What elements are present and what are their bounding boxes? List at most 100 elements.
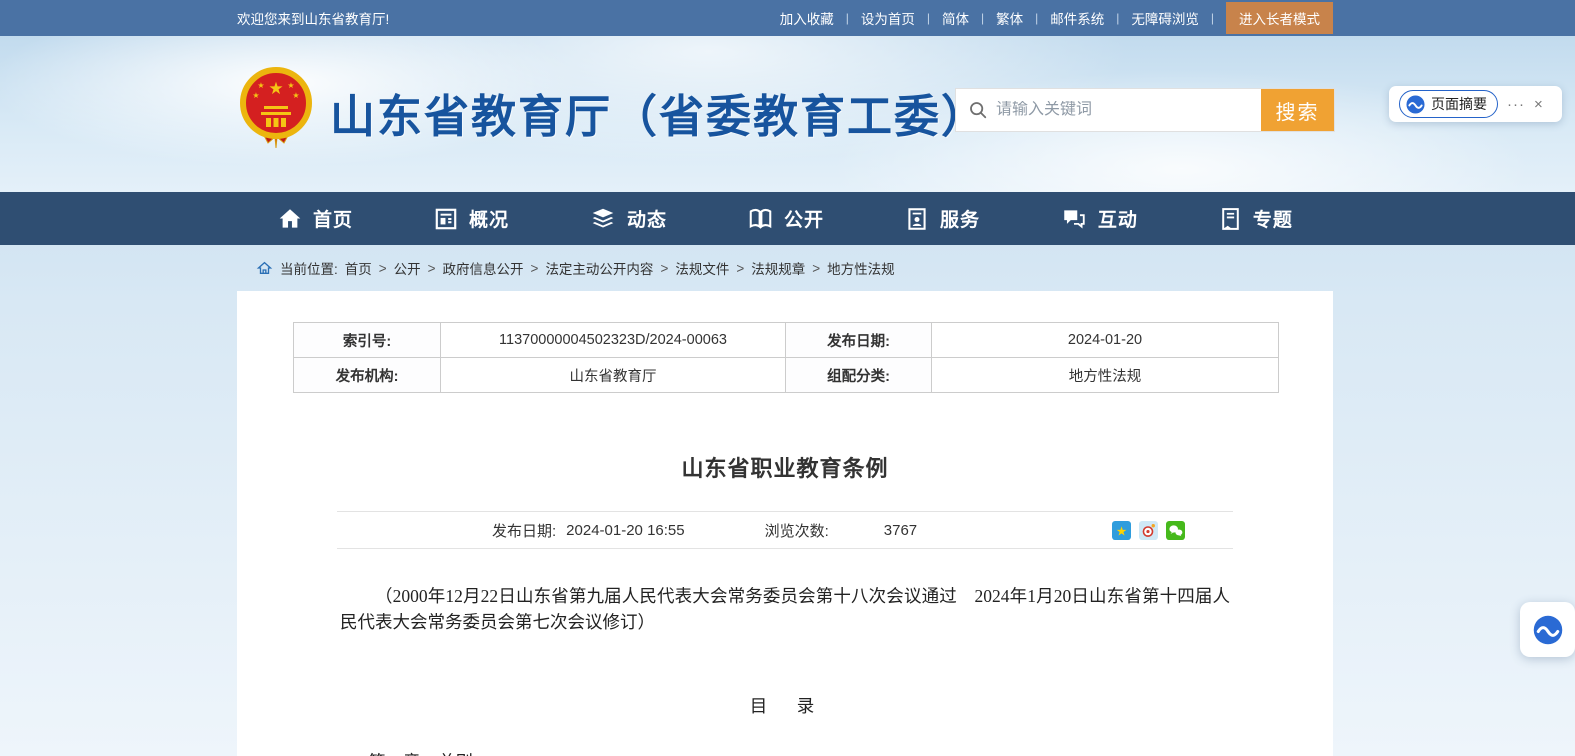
nav-label: 服务 [940,205,980,232]
welcome-text: 欢迎您来到山东省教育厅! [237,8,389,28]
svg-text:★: ★ [292,91,299,100]
topbar-link-mail[interactable]: 邮件系统 [1050,8,1104,28]
nav-item-services[interactable]: 服务 [904,205,980,232]
topbar-link-homepage[interactable]: 设为首页 [861,8,915,28]
weibo-share-icon[interactable] [1139,521,1158,540]
page: 欢迎您来到山东省教育厅! 加入收藏 | 设为首页 | 简体 | 繁体 | 邮件系… [0,0,1575,756]
info-value-category: 地方性法规 [932,358,1279,393]
nav-label: 首页 [313,205,353,232]
summary-wave-icon [1406,95,1425,114]
breadcrumb-home-icon [256,260,273,276]
breadcrumb-prefix: 当前位置: [280,258,338,278]
breadcrumb-separator: > [660,261,668,276]
elder-mode-button[interactable]: 进入长者模式 [1226,2,1333,34]
info-label-agency: 发布机构: [294,358,441,393]
national-emblem-logo: ★ ★ ★ ★ ★ [239,66,313,154]
nav-item-news[interactable]: 动态 [589,205,667,232]
nav-item-home[interactable]: 首页 [277,205,353,232]
page-summary-label: 页面摘要 [1431,94,1487,114]
toc-title: 目 录 [340,693,1230,719]
news-icon [589,206,617,232]
divider [337,548,1233,549]
open-book-icon [747,206,774,232]
info-value-pubdate: 2024-01-20 [932,323,1279,358]
wechat-share-icon[interactable] [1166,521,1185,540]
page-summary-widget: 页面摘要 ··· × [1389,86,1562,122]
breadcrumb-item-statutory[interactable]: 法定主动公开内容 [545,258,653,278]
overview-icon [433,206,459,232]
breadcrumb-separator: > [736,261,744,276]
nav-label: 动态 [627,205,667,232]
svg-text:★: ★ [1116,524,1127,538]
views-value: 3767 [884,522,917,539]
topbar-link-accessibility[interactable]: 无障碍浏览 [1131,8,1199,28]
nav-label: 专题 [1253,205,1293,232]
nav-label: 互动 [1098,205,1138,232]
breadcrumb: 当前位置: 首页 > 公开 > 政府信息公开 > 法定主动公开内容 > 法规文件… [256,258,895,278]
svg-text:★: ★ [268,79,283,98]
info-value-agency: 山东省教育厅 [441,358,786,393]
share-icons: ★ [1112,521,1185,540]
nav-item-overview[interactable]: 概况 [433,205,509,232]
views-label: 浏览次数: [765,520,829,541]
breadcrumb-separator: > [379,261,387,276]
topbar-link-traditional[interactable]: 繁体 [996,8,1023,28]
toc-item-chapter-1: 第一章 总则 [368,749,1230,756]
content-panel: 索引号: 11370000004502323D/2024-00063 发布日期:… [237,291,1333,756]
breadcrumb-item-home[interactable]: 首页 [345,258,372,278]
breadcrumb-separator: > [428,261,436,276]
publish-date-value: 2024-01-20 16:55 [566,522,684,539]
separator: | [927,11,930,25]
info-value-index: 11370000004502323D/2024-00063 [441,323,786,358]
topbar-link-simplified[interactable]: 简体 [942,8,969,28]
breadcrumb-item-local-regulations[interactable]: 地方性法规 [827,258,895,278]
table-row: 索引号: 11370000004502323D/2024-00063 发布日期:… [294,323,1279,358]
info-label-index: 索引号: [294,323,441,358]
separator: | [846,11,849,25]
nav-item-interaction[interactable]: 互动 [1060,205,1138,232]
topbar-link-favorite[interactable]: 加入收藏 [780,8,834,28]
search-box: 搜索 [955,88,1335,132]
article-body: （2000年12月22日山东省第九届人民代表大会常务委员会第十八次会议通过 20… [340,583,1230,756]
article-meta-row: 发布日期: 2024-01-20 16:55 浏览次数: 3767 ★ [337,512,1233,548]
qzone-share-icon[interactable]: ★ [1112,521,1131,540]
masthead: ★ ★ ★ ★ ★ 山东省教育厅（省委教育工委） 搜索 [0,36,1575,192]
assistant-float-button[interactable] [1520,602,1575,657]
separator: | [1211,11,1214,25]
search-icon [968,100,988,120]
article-title: 山东省职业教育条例 [237,451,1333,483]
main-nav: 首页 概况 动态 [0,192,1575,245]
publish-date-label: 发布日期: [492,520,556,541]
info-label-pubdate: 发布日期: [786,323,932,358]
site-title: 山东省教育厅（省委教育工委） [330,80,988,145]
nav-item-disclosure[interactable]: 公开 [747,205,824,232]
nav-label: 公开 [784,205,824,232]
search-input[interactable] [996,101,1261,119]
separator: | [1116,11,1119,25]
breadcrumb-item-gov-info[interactable]: 政府信息公开 [443,258,524,278]
top-utility-bar: 欢迎您来到山东省教育厅! 加入收藏 | 设为首页 | 简体 | 繁体 | 邮件系… [0,0,1575,36]
breadcrumb-item-disclosure[interactable]: 公开 [394,258,421,278]
topbar-links: 加入收藏 | 设为首页 | 简体 | 繁体 | 邮件系统 | 无障碍浏览 | 进… [780,2,1333,34]
page-summary-button[interactable]: 页面摘要 [1399,90,1498,118]
topics-icon [1218,206,1243,232]
home-icon [277,206,303,232]
widget-more-button[interactable]: ··· [1507,96,1525,113]
svg-text:★: ★ [257,81,264,90]
interact-icon [1060,206,1088,232]
service-icon [904,206,930,232]
table-row: 发布机构: 山东省教育厅 组配分类: 地方性法规 [294,358,1279,393]
svg-text:★: ★ [287,81,294,90]
search-button[interactable]: 搜索 [1261,89,1334,131]
breadcrumb-item-regulation-files[interactable]: 法规文件 [675,258,729,278]
breadcrumb-separator: > [812,261,820,276]
nav-item-topics[interactable]: 专题 [1218,205,1293,232]
widget-close-icon[interactable]: × [1534,96,1543,113]
separator: | [981,11,984,25]
breadcrumb-separator: > [531,261,539,276]
search-input-wrap [956,89,1261,131]
document-info-table: 索引号: 11370000004502323D/2024-00063 发布日期:… [293,322,1279,393]
breadcrumb-item-regulations[interactable]: 法规规章 [751,258,805,278]
assistant-wave-icon [1533,615,1563,645]
article-lead-paragraph: （2000年12月22日山东省第九届人民代表大会常务委员会第十八次会议通过 20… [340,583,1230,635]
